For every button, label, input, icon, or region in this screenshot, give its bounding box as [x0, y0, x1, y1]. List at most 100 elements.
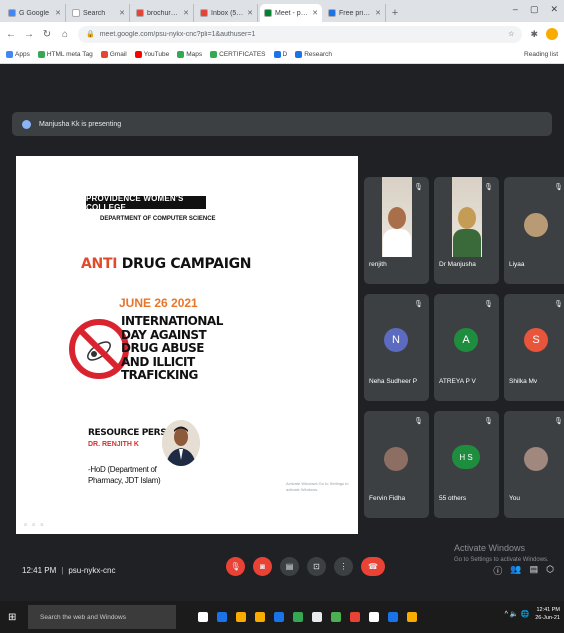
taskbar-app-icon[interactable]: [236, 612, 246, 622]
bookmark-item[interactable]: HTML meta Tag: [37, 51, 93, 58]
participant-tile[interactable]: N 🎙 Neha Sudheer P: [364, 294, 429, 401]
browser-tab[interactable]: Inbox (59) - cyshan✕: [196, 4, 258, 22]
taskbar-app-icon[interactable]: [350, 612, 360, 622]
slide-day-title: INTERNATIONAL DAY AGAINST DRUG ABUSE AND…: [121, 314, 223, 382]
bookmark-label: Research: [304, 51, 333, 58]
participant-name: 55 others: [439, 495, 467, 502]
participant-video: [452, 177, 482, 257]
tray-clock[interactable]: 12:41 PM 26-Jun-21: [535, 606, 560, 622]
reload-icon[interactable]: ↻: [42, 29, 52, 40]
browser-tab[interactable]: Free printable poster✕: [324, 4, 386, 22]
participant-name: Liyaa: [509, 261, 525, 268]
participant-video: [382, 177, 412, 257]
captions-button[interactable]: ▤: [280, 557, 299, 576]
bookmark-item[interactable]: D: [273, 51, 287, 58]
participant-avatar: N: [384, 328, 408, 352]
taskbar-search-box[interactable]: Search the web and Windows: [28, 605, 176, 629]
bookmark-icon: [134, 51, 142, 58]
bookmark-item[interactable]: Apps: [6, 51, 30, 58]
bookmark-icon: [177, 51, 185, 58]
forward-arrow-icon[interactable]: →: [24, 29, 34, 40]
taskbar-app-icon[interactable]: [274, 612, 284, 622]
participant-name: renjith: [369, 261, 387, 268]
browser-tab[interactable]: brochure - shanmyo✕: [132, 4, 194, 22]
tab-close-icon[interactable]: ✕: [312, 9, 318, 17]
home-icon[interactable]: ⌂: [60, 29, 70, 40]
resource-person-photo: [162, 420, 200, 466]
reading-list-link[interactable]: Reading list: [524, 51, 558, 58]
participant-name: You: [509, 495, 520, 502]
taskbar-app-icon[interactable]: [217, 612, 227, 622]
close-window-button[interactable]: ✕: [550, 4, 558, 15]
slide-footer: a a a: [24, 522, 46, 528]
mic-off-button[interactable]: 🎙: [226, 557, 245, 576]
tab-close-icon[interactable]: ✕: [247, 9, 253, 17]
url-omnibox[interactable]: 🔒 meet.google.com/psu-nykx-cnc?pli=1&aut…: [78, 25, 523, 43]
participant-tile[interactable]: 🎙 Fervin Fidha: [364, 411, 429, 518]
browser-tab[interactable]: Meet - psu-nyko✕: [260, 4, 322, 22]
activate-title: Activate Windows: [454, 543, 526, 553]
participant-tile[interactable]: A 🎙 ATREYA P V: [434, 294, 499, 401]
windows-start-icon[interactable]: ⊞: [8, 612, 22, 623]
tab-strip: G Google✕Search✕brochure - shanmyo✕Inbox…: [4, 0, 388, 22]
tab-close-icon[interactable]: ✕: [119, 9, 125, 17]
bookmark-icon: [295, 51, 303, 58]
slide-college: PROVIDENCE WOMEN'S COLLEGE: [86, 194, 206, 212]
taskbar-app-icon[interactable]: [407, 612, 417, 622]
more-options-button[interactable]: ⋮: [334, 557, 353, 576]
taskbar-app-icon[interactable]: [388, 612, 398, 622]
participant-tile[interactable]: H S 🎙 55 others: [434, 411, 499, 518]
back-arrow-icon[interactable]: ←: [6, 29, 16, 40]
bookmark-item[interactable]: Research: [295, 51, 332, 58]
tab-favicon-icon: [72, 9, 80, 17]
present-button[interactable]: ⊡: [307, 557, 326, 576]
participant-avatar: S: [524, 328, 548, 352]
slide-date: JUNE 26 2021: [119, 296, 198, 310]
leave-call-button[interactable]: ☎: [361, 557, 385, 576]
bookmark-label: HTML meta Tag: [46, 51, 93, 58]
slide-resource-role: -HoD (Department of Pharmacy, JDT Islam): [88, 465, 161, 485]
bookmark-item[interactable]: Maps: [177, 51, 202, 58]
taskbar-app-icon[interactable]: [255, 612, 265, 622]
slide-anti-word: ANTI: [81, 256, 118, 272]
activate-windows-notice: Activate Windows Go to Settings to activ…: [454, 542, 549, 566]
browser-tab[interactable]: Search ✕: [68, 4, 130, 22]
tab-close-icon[interactable]: ✕: [375, 9, 381, 17]
participant-tile[interactable]: 🎙 Liyaa: [504, 177, 564, 284]
extension-icon[interactable]: ✱: [530, 29, 538, 40]
participant-tile[interactable]: S 🎙 Shilka Mv: [504, 294, 564, 401]
bookmark-item[interactable]: Gmail: [100, 51, 127, 58]
participant-name: Shilka Mv: [509, 378, 538, 385]
maximize-button[interactable]: ▢: [530, 4, 539, 15]
tray-icons[interactable]: ^ 🔈 🌐: [505, 610, 530, 618]
tab-close-icon[interactable]: ✕: [55, 9, 61, 17]
browser-tab[interactable]: G Google ✕: [4, 4, 66, 22]
participant-tile[interactable]: 🎙 Dr Manjusha: [434, 177, 499, 284]
profile-avatar[interactable]: [546, 28, 558, 40]
taskbar-app-icon[interactable]: [293, 612, 303, 622]
meet-area: Manjusha Kk is presenting PROVIDENCE WOM…: [0, 64, 564, 601]
taskbar-app-icon[interactable]: [331, 612, 341, 622]
participant-avatar: [384, 447, 408, 471]
tab-favicon-icon: [328, 9, 336, 17]
tab-close-icon[interactable]: ✕: [183, 9, 189, 17]
bookmark-item[interactable]: YouTube: [134, 51, 170, 58]
taskbar-app-icon[interactable]: [198, 612, 208, 622]
bookmark-label: CERTIFICATES: [219, 51, 266, 58]
taskbar-app-icon[interactable]: [369, 612, 379, 622]
bookmark-label: YouTube: [143, 51, 170, 58]
mic-status-icon: 🎙: [484, 418, 493, 425]
taskbar-app-icon[interactable]: [312, 612, 322, 622]
bookmark-icon: [6, 51, 13, 58]
participant-tile[interactable]: 🎙 renjith: [364, 177, 429, 284]
bookmark-item[interactable]: CERTIFICATES: [210, 51, 266, 58]
url-text: meet.google.com/psu-nykx-cnc?pli=1&authu…: [99, 30, 256, 38]
minimize-button[interactable]: –: [513, 4, 518, 15]
star-icon[interactable]: ☆: [508, 30, 514, 38]
participant-tile[interactable]: 🎙 You: [504, 411, 564, 518]
participant-avatar: [524, 447, 548, 471]
new-tab-button[interactable]: +: [388, 4, 402, 22]
tab-label: Search: [83, 9, 106, 17]
camera-off-button[interactable]: ◙: [253, 557, 272, 576]
presenting-banner: Manjusha Kk is presenting: [12, 112, 552, 136]
